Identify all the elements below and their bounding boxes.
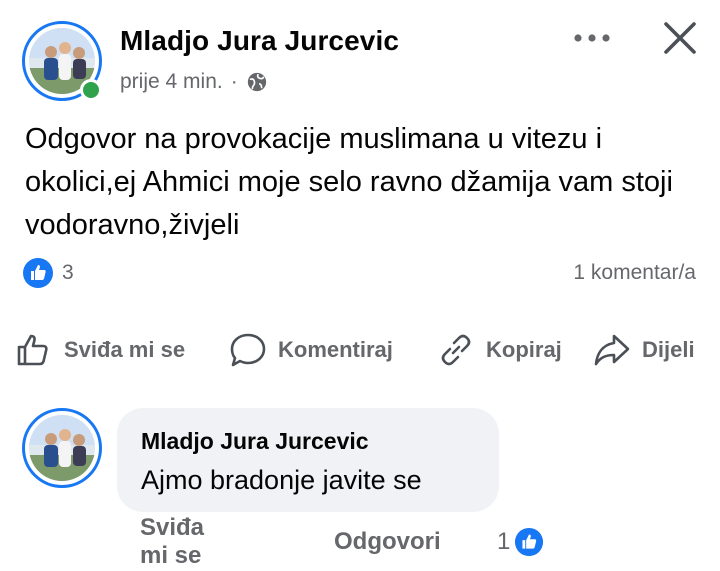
comment-text: Ajmo bradonje javite se: [141, 465, 422, 495]
close-icon[interactable]: [662, 20, 698, 56]
like-button[interactable]: Sviđa mi se: [14, 325, 185, 375]
like-reaction-icon: [22, 257, 54, 289]
comment-like-button[interactable]: Sviđa mi se: [140, 514, 204, 570]
reaction-summary[interactable]: 3: [22, 256, 74, 290]
link-icon: [441, 334, 471, 366]
avatar-photo: [29, 415, 95, 481]
commenter-name[interactable]: Mladjo Jura Jurcevic: [141, 428, 369, 455]
online-status-dot: [80, 79, 102, 101]
globe-icon[interactable]: [246, 71, 268, 93]
comment-bubble-icon: [230, 333, 266, 367]
post-text: Odgovor na provokacije muslimana u vitez…: [25, 123, 673, 241]
author-name[interactable]: Mladjo Jura Jurcevic: [120, 25, 399, 57]
post-actions-bar: Sviđa mi se Komentiraj Kopiraj Dijeli: [0, 325, 720, 375]
author-avatar[interactable]: [22, 21, 102, 101]
like-reaction-icon: [515, 527, 544, 557]
comment-reaction-count: 1: [497, 528, 511, 555]
post-meta: prije 4 min. ·: [120, 70, 268, 94]
comment-reply-button[interactable]: Odgovori: [334, 528, 441, 556]
comment-reaction-summary[interactable]: 1: [497, 527, 544, 557]
meta-separator: ·: [230, 70, 238, 93]
comment-item: Mladjo Jura Jurcevic Ajmo bradonje javit…: [0, 405, 720, 571]
more-horizontal-icon[interactable]: [570, 28, 614, 48]
comment-bubble[interactable]: Mladjo Jura Jurcevic Ajmo bradonje javit…: [117, 408, 499, 512]
comment-label: Komentiraj: [278, 337, 393, 362]
comment-count[interactable]: 1 komentar/a: [573, 261, 696, 285]
thumbs-up-icon: [17, 334, 48, 366]
like-label: Sviđa mi se: [64, 337, 186, 362]
copy-label: Kopiraj: [486, 337, 562, 362]
share-button[interactable]: Dijeli: [592, 325, 695, 375]
commenter-avatar[interactable]: [22, 408, 102, 488]
copy-button[interactable]: Kopiraj: [436, 325, 562, 375]
comment-button[interactable]: Komentiraj: [228, 325, 393, 375]
share-label: Dijeli: [642, 337, 695, 362]
reaction-count: 3: [62, 261, 74, 284]
post-time[interactable]: prije 4 min.: [120, 70, 223, 94]
post-header: Mladjo Jura Jurcevic prije 4 min. ·: [0, 0, 720, 110]
share-arrow-icon: [594, 334, 630, 366]
